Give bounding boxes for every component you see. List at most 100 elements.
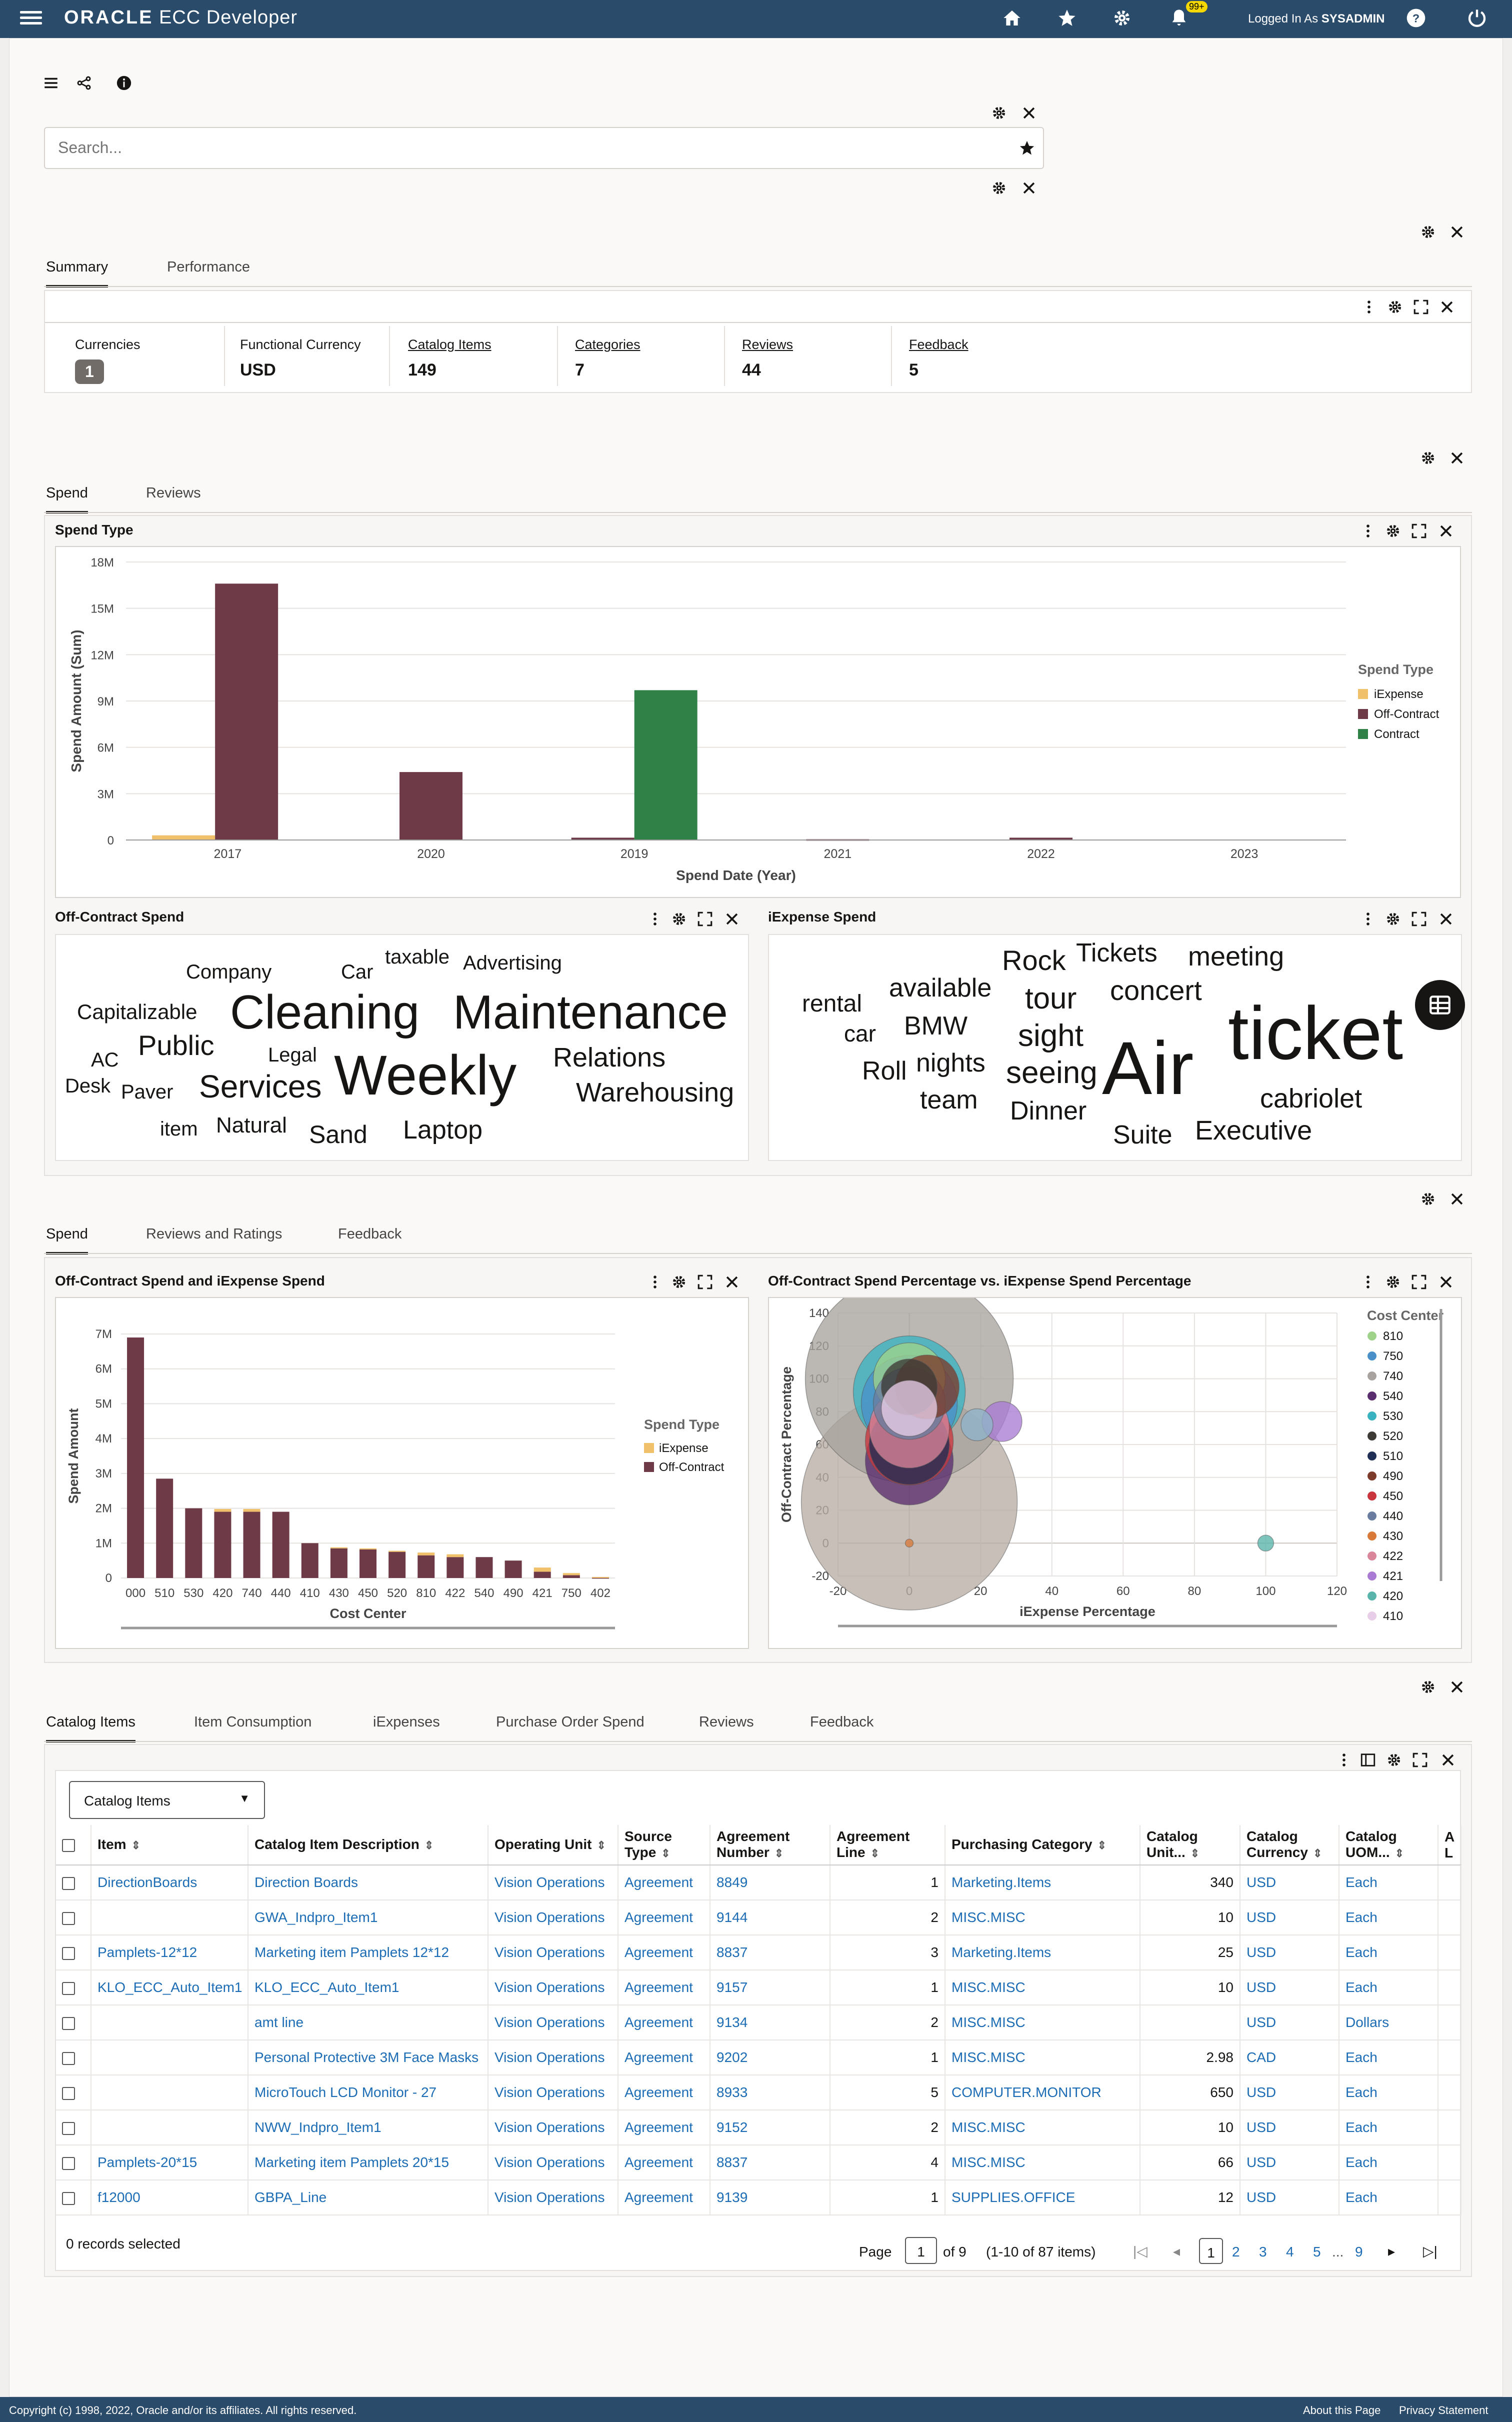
col-header[interactable]: Item ⇕ <box>91 1825 248 1866</box>
tab-reviews-ratings[interactable]: Reviews and Ratings <box>146 1226 282 1242</box>
row-checkbox[interactable] <box>62 2052 75 2065</box>
table-cell[interactable]: SUPPLIES.OFFICE <box>945 2180 1140 2216</box>
table-cell[interactable]: MISC.MISC <box>945 1900 1140 1936</box>
table-cell[interactable]: Agreement <box>618 1935 710 1970</box>
privacy-link[interactable]: Privacy Statement <box>1399 2404 1488 2417</box>
table-cell[interactable]: 9134 <box>710 2005 830 2040</box>
table-row[interactable]: Personal Protective 3M Face Masks Vision … <box>56 2040 1462 2076</box>
close-icon[interactable] <box>1447 1677 1467 1697</box>
table-cell[interactable]: 9144 <box>710 1900 830 1936</box>
close-icon[interactable] <box>722 909 742 929</box>
table-cell[interactable]: Vision Operations <box>488 2180 618 2216</box>
table-cell[interactable]: Each <box>1339 2145 1438 2180</box>
hamburger-icon[interactable] <box>41 73 61 93</box>
table-cell[interactable]: USD <box>1240 1865 1340 1900</box>
catalog-view-select[interactable]: Catalog Items ▼ <box>69 1781 265 1819</box>
table-cell[interactable]: Each <box>1339 1970 1438 2006</box>
close-icon[interactable] <box>1019 178 1039 198</box>
table-cell[interactable]: Each <box>1339 1865 1438 1900</box>
col-header[interactable]: A L <box>1438 1825 1462 1866</box>
tab-iexpenses[interactable]: iExpenses <box>373 1714 440 1730</box>
col-header[interactable]: Agreement Line ⇕ <box>830 1825 946 1866</box>
table-cell[interactable]: Agreement <box>618 2005 710 2040</box>
gear-icon[interactable] <box>1418 1189 1438 1209</box>
table-cell[interactable]: 8837 <box>710 2145 830 2180</box>
more-vertical-icon[interactable] <box>1358 1272 1378 1292</box>
grid-view-fab[interactable] <box>1415 980 1465 1030</box>
table-cell[interactable]: Agreement <box>618 2145 710 2180</box>
tab-feedback[interactable]: Feedback <box>338 1226 402 1242</box>
table-row[interactable]: MicroTouch LCD Monitor - 27 Vision Operat… <box>56 2075 1462 2110</box>
table-cell[interactable]: Pamplets-12*12 <box>91 1935 248 1970</box>
table-cell[interactable]: USD <box>1240 2180 1340 2216</box>
more-vertical-icon[interactable] <box>645 1272 665 1292</box>
metric-reviews[interactable]: Reviews 44 <box>742 326 892 386</box>
tab-item-consumption[interactable]: Item Consumption <box>194 1714 312 1730</box>
table-cell[interactable]: GBPA_Line <box>248 2180 488 2216</box>
table-row[interactable]: KLO_ECC_Auto_Item1 KLO_ECC_Auto_Item1 Visi… <box>56 1970 1462 2006</box>
table-cell[interactable]: NWW_Indpro_Item1 <box>248 2110 488 2146</box>
search-input[interactable] <box>45 128 970 167</box>
tab-reviews[interactable]: Reviews <box>146 485 201 502</box>
gear-icon[interactable] <box>1383 1272 1403 1292</box>
table-cell[interactable]: Dollars <box>1339 2005 1438 2040</box>
table-cell[interactable]: 8837 <box>710 1935 830 1970</box>
table-cell[interactable]: 9157 <box>710 1970 830 2006</box>
tab-catalog-items[interactable]: Catalog Items <box>46 1714 136 1742</box>
last-page-icon[interactable]: ▷| <box>1423 2243 1438 2260</box>
table-cell[interactable]: COMPUTER.MONITOR <box>945 2075 1140 2110</box>
expand-icon[interactable] <box>1409 521 1429 541</box>
table-cell[interactable]: Agreement <box>618 2180 710 2216</box>
table-cell[interactable]: CAD <box>1240 2040 1340 2076</box>
table-cell[interactable]: 9139 <box>710 2180 830 2216</box>
table-row[interactable]: Pamplets-20*15 Marketing item Pamplets 20… <box>56 2145 1462 2180</box>
table-cell[interactable]: Each <box>1339 1900 1438 1936</box>
table-cell[interactable] <box>91 2110 248 2146</box>
close-icon[interactable] <box>1447 1189 1467 1209</box>
col-header[interactable]: Agreement Number ⇕ <box>710 1825 830 1866</box>
close-icon[interactable] <box>1436 1272 1456 1292</box>
table-cell[interactable]: USD <box>1240 2075 1340 2110</box>
table-row[interactable]: f12000 GBPA_Line Vision Operations Agreemen… <box>56 2180 1462 2216</box>
table-cell[interactable]: 8849 <box>710 1865 830 1900</box>
about-link[interactable]: About this Page <box>1303 2404 1380 2417</box>
col-header[interactable]: Catalog UOM... ⇕ <box>1339 1825 1438 1866</box>
expand-icon[interactable] <box>1410 1750 1430 1770</box>
gear-icon[interactable] <box>1384 1750 1404 1770</box>
help-icon[interactable]: ? <box>1403 5 1429 31</box>
row-checkbox[interactable] <box>62 2122 75 2135</box>
col-header[interactable]: Purchasing Category ⇕ <box>945 1825 1140 1866</box>
tab-spend[interactable]: Spend <box>46 485 88 514</box>
table-row[interactable]: GWA_Indpro_Item1 Vision Operations Agreeme… <box>56 1900 1462 1936</box>
more-vertical-icon[interactable] <box>1359 297 1379 317</box>
table-cell[interactable] <box>91 2075 248 2110</box>
table-row[interactable]: amt line Vision Operations Agreement 9134 2 M… <box>56 2005 1462 2040</box>
row-checkbox[interactable] <box>62 2016 75 2030</box>
table-cell[interactable]: Marketing.Items <box>945 1865 1140 1900</box>
page-link[interactable]: 5 <box>1313 2244 1321 2260</box>
table-cell[interactable]: Agreement <box>618 2075 710 2110</box>
table-cell[interactable]: Agreement <box>618 2110 710 2146</box>
table-cell[interactable] <box>91 2005 248 2040</box>
page-link[interactable]: 4 <box>1286 2244 1294 2260</box>
tab-feedback-catalog[interactable]: Feedback <box>810 1714 874 1730</box>
metric-currencies[interactable]: Currencies 1 <box>75 326 225 386</box>
tab-summary[interactable]: Summary <box>46 259 108 288</box>
row-checkbox[interactable] <box>62 1946 75 1960</box>
more-vertical-icon[interactable] <box>1334 1750 1354 1770</box>
col-header[interactable]: Catalog Unit... ⇕ <box>1140 1825 1240 1866</box>
table-cell[interactable]: DirectionBoards <box>91 1865 248 1900</box>
more-vertical-icon[interactable] <box>1358 909 1378 929</box>
star-icon[interactable] <box>1054 5 1080 31</box>
close-icon[interactable] <box>1436 909 1456 929</box>
close-icon[interactable] <box>722 1272 742 1292</box>
table-cell[interactable] <box>91 2040 248 2076</box>
page-link[interactable]: 2 <box>1232 2244 1240 2260</box>
close-icon[interactable] <box>1447 222 1467 242</box>
table-cell[interactable] <box>91 1900 248 1936</box>
gear-icon[interactable] <box>669 1272 689 1292</box>
page-link[interactable]: 9 <box>1355 2244 1363 2260</box>
oracle-logo[interactable]: ORACLE ECC Developer <box>64 7 298 28</box>
table-cell[interactable]: 9152 <box>710 2110 830 2146</box>
table-cell[interactable]: Vision Operations <box>488 1900 618 1936</box>
